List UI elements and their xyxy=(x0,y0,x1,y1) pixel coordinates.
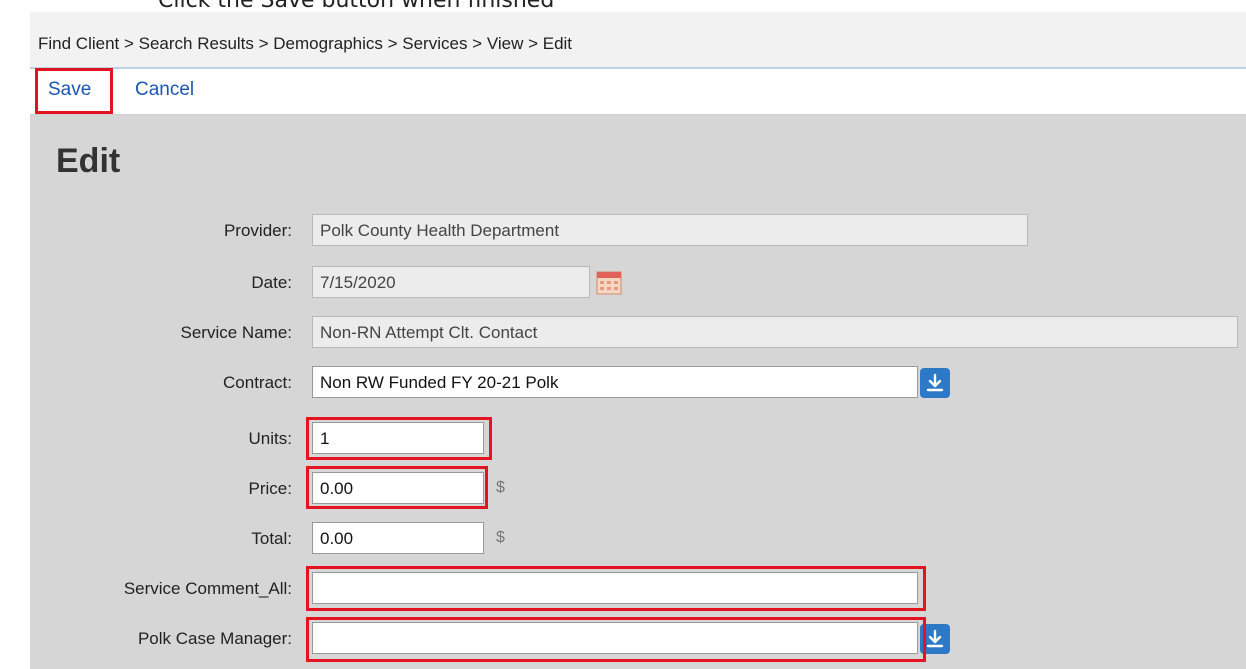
provider-row: Provider: Polk County Health Department xyxy=(30,214,1246,248)
provider-field: Polk County Health Department xyxy=(312,214,1028,246)
price-unit: $ xyxy=(496,479,505,496)
price-label: Price: xyxy=(248,479,292,498)
download-arrow-icon xyxy=(926,373,944,392)
units-row: Units: 1 xyxy=(30,422,1246,456)
case-manager-highlight-box xyxy=(306,617,926,662)
service-comment-label: Service Comment_All: xyxy=(123,579,292,598)
contract-row: Contract: Non RW Funded FY 20-21 Polk xyxy=(30,366,1246,400)
breadcrumb-text: Find Client > Search Results > Demograph… xyxy=(38,34,573,53)
date-row: Date: 7/15/2020 xyxy=(30,266,1246,300)
total-input[interactable]: 0.00 xyxy=(312,522,484,554)
date-field: 7/15/2020 xyxy=(312,266,590,298)
contract-dropdown-button[interactable] xyxy=(920,368,950,398)
contract-label: Contract: xyxy=(223,373,292,392)
total-label: Total: xyxy=(251,529,292,548)
contract-select[interactable]: Non RW Funded FY 20-21 Polk xyxy=(312,366,918,398)
units-label: Units: xyxy=(248,429,292,448)
date-label: Date: xyxy=(251,273,292,292)
total-row: Total: 0.00 $ xyxy=(30,522,1246,556)
breadcrumb: Find Client > Search Results > Demograph… xyxy=(30,12,1246,69)
download-arrow-icon xyxy=(926,629,944,648)
toolbar: Save Cancel xyxy=(30,69,1246,115)
save-highlight-box xyxy=(35,68,113,114)
app-frame: Find Client > Search Results > Demograph… xyxy=(30,12,1246,669)
cancel-button[interactable]: Cancel xyxy=(135,79,194,101)
provider-label: Provider: xyxy=(223,221,292,240)
units-highlight-box xyxy=(306,417,492,460)
price-highlight-box xyxy=(306,466,488,509)
calendar-icon[interactable] xyxy=(596,269,622,295)
page-title: Edit xyxy=(56,142,121,180)
service-comment-highlight-box xyxy=(306,566,926,611)
case-manager-label: Polk Case Manager: xyxy=(137,629,292,648)
service-name-label: Service Name: xyxy=(180,323,292,342)
price-row: Price: 0.00 $ xyxy=(30,472,1246,506)
service-name-row: Service Name: Non-RN Attempt Clt. Contac… xyxy=(30,316,1246,350)
service-name-field: Non-RN Attempt Clt. Contact xyxy=(312,316,1238,348)
total-unit: $ xyxy=(496,529,505,546)
